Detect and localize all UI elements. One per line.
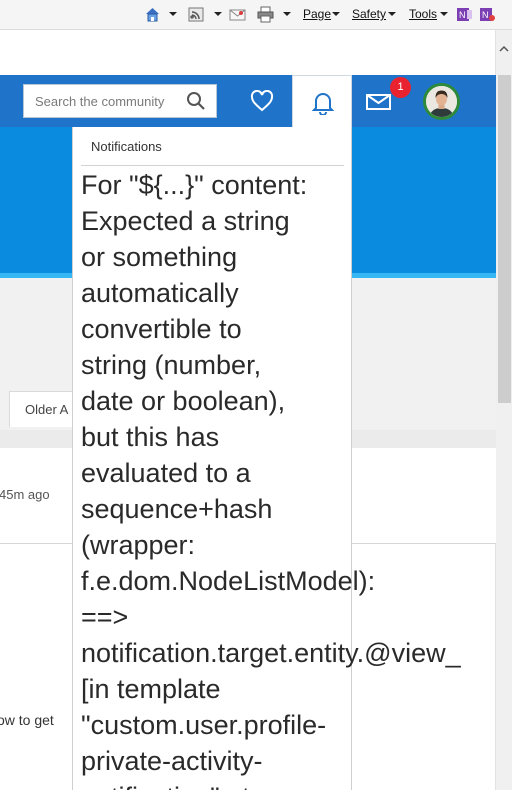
search-icon[interactable]	[186, 91, 206, 111]
onenote-icon[interactable]: N	[456, 6, 473, 23]
scroll-up-arrow-icon[interactable]	[499, 44, 509, 54]
bell-icon	[312, 93, 334, 115]
notifications-button[interactable]	[292, 75, 352, 128]
notification-count-badge: 1	[390, 77, 411, 98]
user-avatar[interactable]	[423, 83, 460, 120]
template-error-message: For "${...}" content: Expected a string …	[81, 170, 461, 790]
notifications-dropdown: Notifications For "${...}" content: Expe…	[72, 127, 461, 790]
notifications-divider	[81, 165, 344, 166]
tab-older[interactable]: Older A	[9, 391, 79, 427]
messages-envelope-icon[interactable]	[366, 94, 391, 110]
tab-older-label: Older A	[25, 402, 69, 417]
svg-text:N: N	[482, 10, 489, 20]
safety-menu[interactable]: Safety	[352, 7, 386, 21]
search-box	[23, 84, 217, 118]
feeds-icon[interactable]	[188, 6, 205, 23]
feed-item-timestamp: 45m ago	[0, 487, 50, 502]
tools-menu[interactable]: Tools	[409, 7, 437, 21]
browser-command-bar: Page Safety Tools N N	[0, 0, 512, 30]
search-input[interactable]	[24, 85, 184, 117]
safety-menu-caret-icon[interactable]	[388, 12, 396, 16]
onenote-linked-icon[interactable]: N	[479, 6, 496, 23]
print-dropdown-caret-icon[interactable]	[283, 12, 291, 16]
home-dropdown-caret-icon[interactable]	[169, 12, 177, 16]
user-portrait-icon	[426, 86, 457, 117]
page-menu-caret-icon[interactable]	[332, 12, 340, 16]
tools-menu-caret-icon[interactable]	[440, 12, 448, 16]
favorites-heart-icon[interactable]	[250, 90, 274, 112]
mail-icon[interactable]	[229, 6, 246, 23]
svg-text:N: N	[459, 10, 466, 20]
page-menu[interactable]: Page	[303, 7, 331, 21]
home-icon[interactable]	[144, 6, 161, 23]
notifications-title: Notifications	[91, 139, 162, 154]
print-icon[interactable]	[257, 6, 274, 23]
feed-item-text: ow to get	[0, 712, 54, 728]
feeds-dropdown-caret-icon[interactable]	[214, 12, 222, 16]
